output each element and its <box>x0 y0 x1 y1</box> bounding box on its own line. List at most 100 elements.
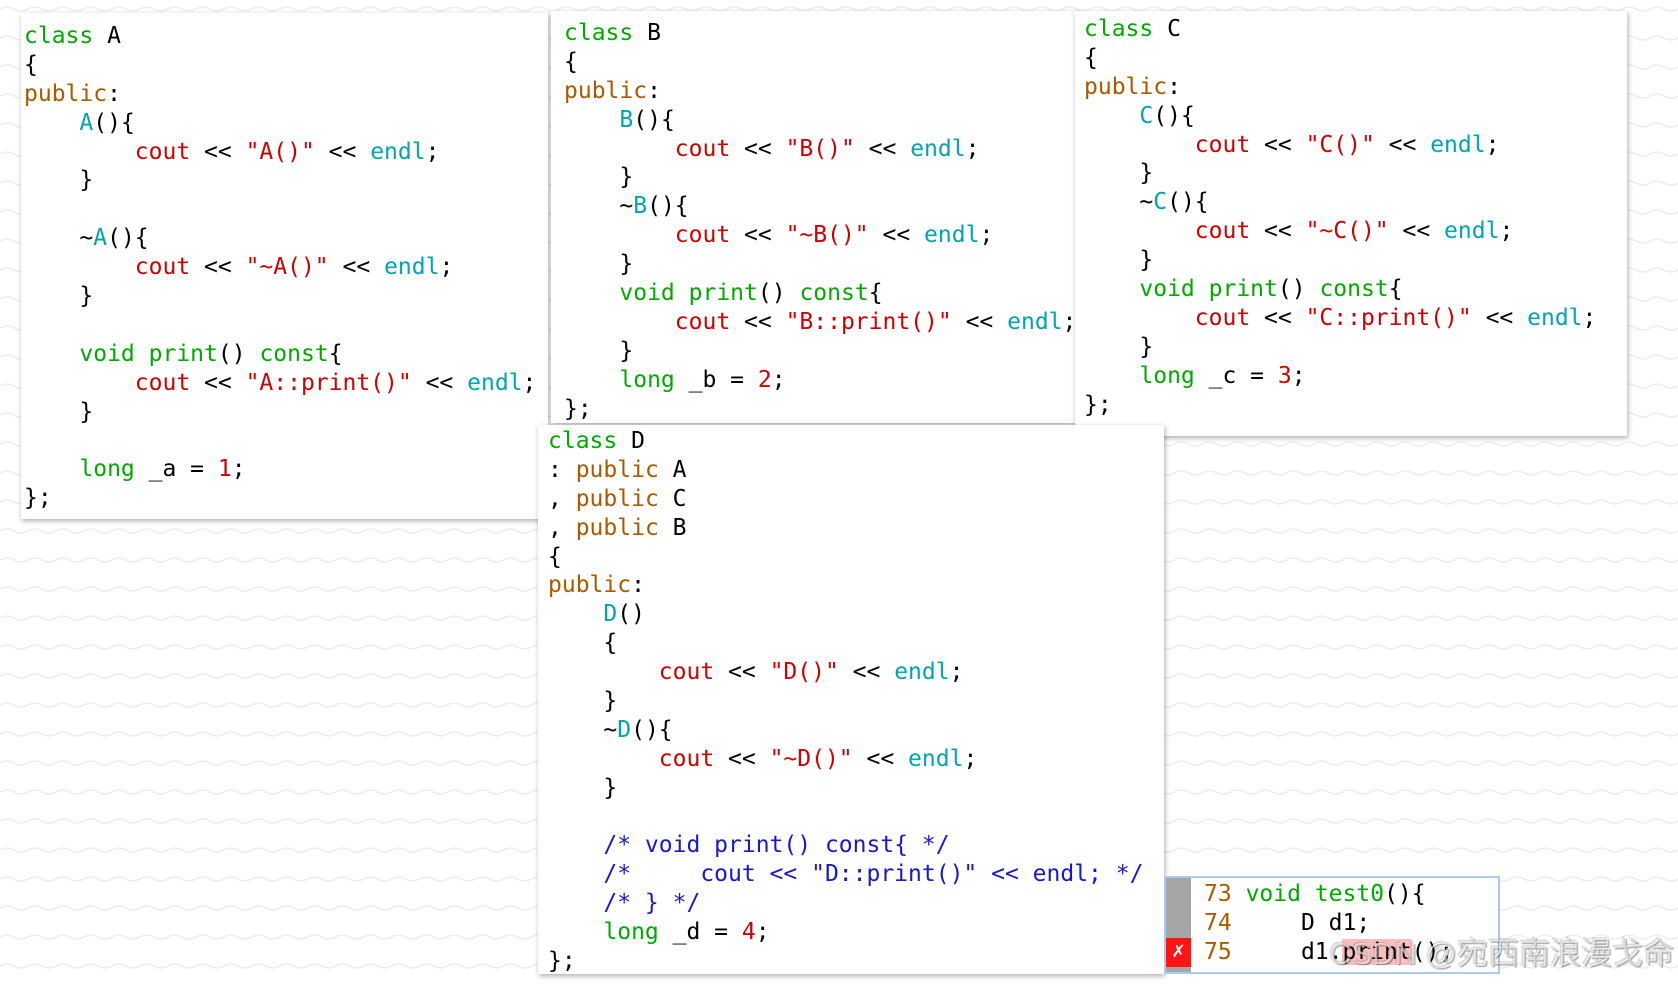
literal-token: "A()" <box>245 138 315 165</box>
keyword-token: void <box>619 280 675 307</box>
literal-token: "~A()" <box>245 254 329 281</box>
code-line: } <box>548 687 1164 716</box>
comment-token: /* void print() const{ */ <box>603 832 950 859</box>
identifier-token: endl <box>894 659 950 686</box>
code-line: ~B(){ <box>564 192 1079 221</box>
code-line: void print() const{ <box>564 279 1079 308</box>
line-number: 75 <box>1204 938 1232 965</box>
code-token: () <box>617 601 645 628</box>
literal-token: 3 <box>1277 362 1292 389</box>
literal-token: cout <box>674 222 731 249</box>
code-token: ; <box>755 919 770 946</box>
keyword-token: long <box>619 366 675 393</box>
code-token: : <box>631 572 645 599</box>
keyword-token: print <box>148 340 218 367</box>
code-line: : public A <box>548 456 1164 485</box>
code-token: _b = <box>674 366 758 393</box>
editor-code: void test0(){ <box>1232 880 1426 909</box>
literal-token: "C()" <box>1305 131 1375 158</box>
code-token: << <box>854 135 911 162</box>
literal-token: cout <box>1194 304 1251 331</box>
code-token: { <box>868 280 883 307</box>
code-token: ~ <box>24 225 94 252</box>
code-token: : <box>548 456 576 483</box>
code-token: } <box>24 283 94 310</box>
code-line: } <box>564 163 1079 192</box>
code-token: << <box>730 308 786 335</box>
code-token: () <box>1277 276 1320 303</box>
watermark: CSDN @宛西南浪漫戈命 <box>1329 936 1674 971</box>
code-token: } <box>564 251 634 278</box>
comment-token: /* cout << "D::print()" << endl; */ <box>603 861 1144 888</box>
code-token: ; <box>965 135 980 162</box>
code-line: ~A(){ <box>24 224 548 253</box>
literal-token: "A::print()" <box>245 369 412 396</box>
code-line: cout << "A::print()" << endl; <box>24 369 548 398</box>
identifier-token: endl <box>1444 218 1500 245</box>
code-token: D <box>617 428 645 454</box>
code-token: } <box>1084 247 1154 274</box>
code-token: ; <box>979 222 994 249</box>
code-token: d1. <box>1231 938 1343 965</box>
code-token: () <box>757 280 800 307</box>
code-token: << <box>314 138 371 165</box>
code-line: } <box>24 166 548 195</box>
access-specifier-token: public <box>575 514 659 541</box>
code-token: ; <box>231 456 246 483</box>
access-specifier-token: public <box>548 572 632 599</box>
identifier-token: endl <box>924 222 980 249</box>
code-token: }; <box>1084 391 1112 418</box>
keyword-token: class <box>548 428 618 454</box>
code-line: cout << "~A()" << endl; <box>24 253 548 282</box>
screenshot-canvas: { "background": { "wave_color": "#ebebeb… <box>0 0 1678 987</box>
code-token: ; <box>522 369 537 396</box>
code-token: A <box>93 23 121 49</box>
literal-token: 2 <box>757 366 772 393</box>
literal-token: cout <box>134 138 191 165</box>
code-line: } <box>24 398 548 427</box>
code-line: { <box>548 629 1164 658</box>
code-block: class B{public: B(){ cout << "B()" << en… <box>564 19 1079 423</box>
code-token: << <box>868 222 925 249</box>
literal-token: cout <box>1194 218 1251 245</box>
code-token: , <box>548 514 576 541</box>
code-token: << <box>1471 304 1528 331</box>
code-line: cout << "~B()" << endl; <box>564 221 1079 250</box>
keyword-token: long <box>79 456 135 483</box>
identifier-token: B <box>619 106 634 133</box>
code-line: C(){ <box>1084 102 1627 131</box>
literal-token: "~B()" <box>785 222 869 249</box>
keyword-token: const <box>799 280 869 307</box>
literal-token: "~D()" <box>769 745 853 772</box>
keyword-token: const <box>1319 276 1389 303</box>
code-token: ; <box>425 138 440 165</box>
code-line: } <box>564 337 1079 366</box>
code-block: class D: public A, public C, public B{pu… <box>548 427 1164 974</box>
code-line: cout << "~D()" << endl; <box>548 745 1164 774</box>
code-token: } <box>548 688 618 715</box>
identifier-token: endl <box>908 745 964 772</box>
code-line: /* void print() const{ */ <box>548 831 1164 860</box>
identifier-token: A <box>79 109 94 136</box>
code-line: cout << "B::print()" << endl; <box>564 308 1079 337</box>
code-token: << <box>714 659 770 686</box>
sign-cell <box>1166 880 1191 909</box>
code-line: { <box>564 48 1079 77</box>
literal-token: 4 <box>741 919 756 946</box>
code-token: << <box>1250 131 1306 158</box>
identifier-token: A <box>93 225 108 252</box>
identifier-token: B <box>633 193 648 220</box>
